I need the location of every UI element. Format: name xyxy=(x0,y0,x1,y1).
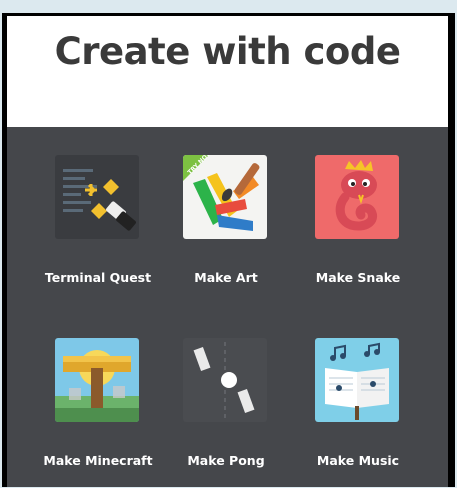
app-tile-make-minecraft[interactable]: Make Minecraft xyxy=(40,338,160,488)
page-title: Create with code xyxy=(54,30,401,73)
app-frame: Create with code Terminal Quest TRY NOW … xyxy=(2,13,455,487)
app-tile-make-music[interactable]: Make Music xyxy=(300,338,420,488)
app-tile-make-art[interactable]: TRY NOW Make Art xyxy=(168,155,288,305)
app-tile-make-snake[interactable]: Make Snake xyxy=(300,155,420,305)
make-art-icon: TRY NOW xyxy=(183,155,267,239)
app-label: Make Music xyxy=(316,453,400,468)
app-tile-terminal-quest[interactable]: Terminal Quest xyxy=(40,155,160,305)
make-music-icon xyxy=(315,338,399,422)
make-pong-icon xyxy=(183,338,267,422)
make-snake-icon xyxy=(315,155,399,239)
app-label: Make Pong xyxy=(187,453,265,468)
app-label: Make Minecraft xyxy=(43,453,153,468)
apps-grid: Terminal Quest TRY NOW Make Art Make Sna… xyxy=(7,127,448,487)
make-minecraft-icon xyxy=(55,338,139,422)
app-label: Terminal Quest xyxy=(44,270,152,285)
app-label: Make Snake xyxy=(315,270,401,285)
terminal-quest-icon xyxy=(55,155,139,239)
app-label: Make Art xyxy=(194,270,258,285)
app-tile-make-pong[interactable]: Make Pong xyxy=(168,338,288,488)
header: Create with code xyxy=(7,16,448,127)
